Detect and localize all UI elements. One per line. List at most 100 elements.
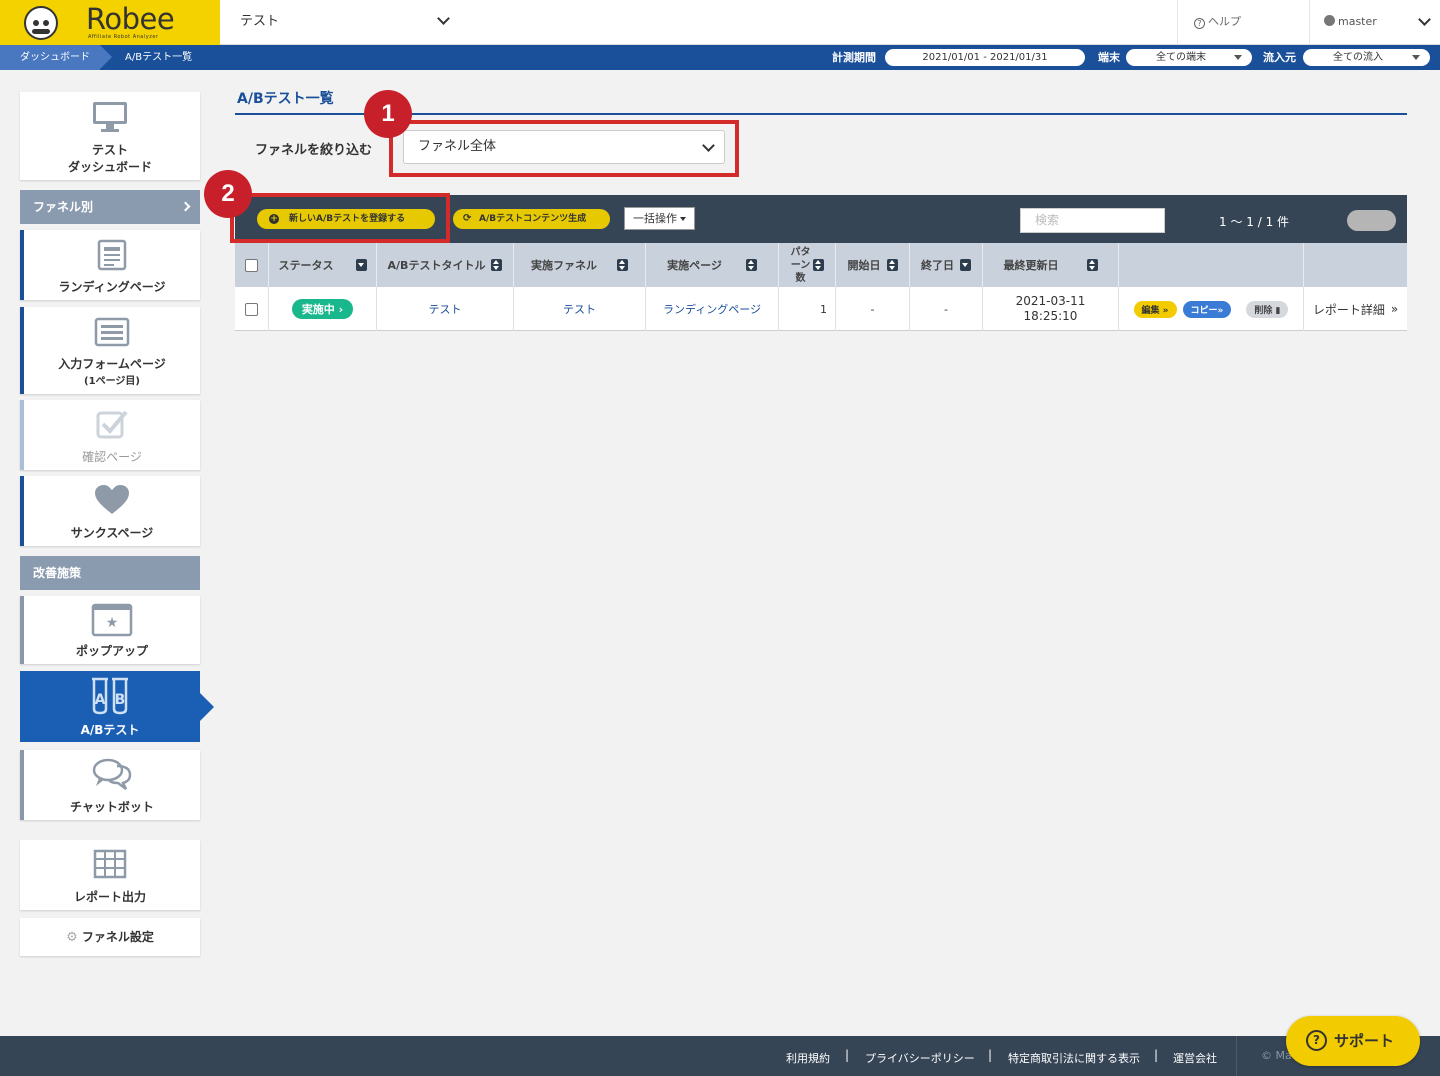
breadcrumb-dashboard[interactable]: ダッシュボード	[0, 45, 112, 70]
sidebar-label: 確認ページ	[82, 450, 142, 464]
sort-icon	[886, 259, 898, 271]
header-label: ステータス	[278, 259, 334, 272]
generate-content-label: A/Bテストコンテンツ生成	[479, 214, 587, 224]
sidebar-item-landing[interactable]: ランディングページ	[20, 230, 200, 300]
monitor-icon	[93, 102, 127, 132]
funnel-selector-value: テスト	[240, 14, 280, 29]
search-input[interactable]: 検索	[1020, 208, 1165, 233]
step-badge-2: 2	[204, 170, 252, 218]
robot-logo-icon	[24, 6, 58, 40]
chevron-right-icon	[180, 201, 191, 212]
sidebar-item-chatbot[interactable]: チャットボット	[20, 750, 200, 820]
header-start[interactable]: 開始日	[836, 243, 910, 287]
row-funnel[interactable]: テスト	[514, 287, 646, 331]
row-select[interactable]	[235, 287, 269, 331]
row-status: 実施中 ›	[269, 287, 377, 331]
svg-text:A: A	[95, 692, 106, 708]
logo[interactable]: Robee Affiliate Robot Analyzer	[0, 0, 220, 45]
trash-icon: ▮	[1275, 305, 1281, 316]
bulk-action-label: 一括操作	[633, 212, 677, 225]
header-label: 実施ファネル	[531, 259, 597, 272]
footer-link-terms[interactable]: 利用規約	[786, 1050, 830, 1066]
page-title: A/Bテスト一覧	[237, 91, 334, 107]
edit-label: 編集	[1141, 305, 1160, 316]
bulk-action-dropdown[interactable]: 一括操作	[624, 207, 695, 230]
header-page[interactable]: 実施ページ	[646, 243, 779, 287]
sidebar-label: サンクスページ	[70, 526, 154, 540]
sort-icon	[617, 259, 628, 271]
sidebar-item-input-form[interactable]: 入力フォームページ (1ページ目)	[20, 307, 200, 394]
header-select-all[interactable]	[235, 243, 269, 287]
select-all-checkbox[interactable]	[245, 258, 258, 272]
help-button[interactable]: ? ヘルプ	[1177, 0, 1309, 45]
report-detail-link[interactable]: レポート詳細 »	[1304, 287, 1407, 331]
sidebar-header-improve: 改善施策	[20, 556, 200, 590]
refresh-icon: ⟳	[463, 213, 472, 224]
row-page[interactable]: ランディングページ	[646, 287, 779, 331]
edit-button[interactable]: 編集 »	[1133, 300, 1177, 318]
sidebar-label: ダッシュボード	[67, 160, 152, 174]
sidebar-label: (1ページ目)	[84, 376, 140, 387]
row-end: -	[910, 287, 983, 331]
row-actions: 編集 » コピー» 削除 ▮	[1119, 287, 1304, 331]
row-checkbox[interactable]	[245, 302, 258, 316]
sidebar-label: チャットボット	[70, 800, 154, 814]
period-selector[interactable]: 2021/01/01 - 2021/01/31	[885, 49, 1085, 66]
generate-content-button[interactable]: ⟳ A/Bテストコンテンツ生成	[453, 209, 610, 229]
sidebar-item-dashboard[interactable]: テスト ダッシュボード	[20, 92, 200, 180]
breadcrumb-current: A/Bテスト一覧	[125, 52, 193, 63]
question-icon: ?	[1306, 1030, 1327, 1051]
header-label: 実施ページ	[667, 259, 722, 272]
highlight-box-2	[230, 193, 450, 243]
delete-button[interactable]: 削除 ▮	[1246, 300, 1289, 318]
chat-icon	[92, 758, 132, 790]
double-chevron-icon: »	[1390, 302, 1399, 316]
help-label: ヘルプ	[1208, 15, 1241, 28]
header-funnel[interactable]: 実施ファネル	[514, 243, 646, 287]
period-label: 計測期間	[832, 51, 876, 64]
copy-button[interactable]: コピー»	[1182, 300, 1232, 318]
row-patterns: 1	[779, 287, 836, 331]
device-selector[interactable]: 全ての端末	[1126, 49, 1252, 66]
sidebar-label: テスト	[91, 143, 128, 157]
sidebar-label: 入力フォームページ	[58, 357, 166, 371]
sidebar-label: レポート出力	[73, 890, 146, 904]
sort-icon	[745, 259, 757, 271]
sidebar-item-report[interactable]: レポート出力	[20, 840, 200, 910]
user-menu[interactable]: master	[1309, 0, 1440, 45]
sidebar-label: ファネル設定	[81, 930, 154, 944]
ab-test-icon: A B	[92, 677, 128, 715]
row-title[interactable]: テスト	[377, 287, 514, 331]
sidebar-item-abtest[interactable]: A B A/Bテスト	[20, 671, 214, 742]
user-name: master	[1338, 15, 1377, 28]
header-status[interactable]: ステータス	[269, 243, 377, 287]
sidebar-header-funnel[interactable]: ファネル別	[20, 190, 200, 224]
support-button[interactable]: ? サポート	[1286, 1016, 1420, 1066]
sidebar-item-thanks[interactable]: サンクスページ	[20, 476, 200, 546]
source-selector[interactable]: 全ての流入	[1303, 49, 1430, 66]
header-end[interactable]: 終了日	[910, 243, 983, 287]
footer-link-commerce[interactable]: 特定商取引法に関する表示	[1008, 1050, 1140, 1066]
user-icon	[1324, 15, 1335, 26]
status-badge[interactable]: 実施中 ›	[291, 299, 354, 319]
chevron-down-icon	[437, 12, 450, 25]
funnel-selector[interactable]: テスト	[220, 0, 460, 45]
footer-link-company[interactable]: 運営会社	[1173, 1050, 1217, 1066]
svg-text:B: B	[115, 692, 126, 708]
funnel-filter-label: ファネルを絞り込む	[255, 143, 373, 158]
footer: 利用規約 | プライバシーポリシー | 特定商取引法に関する表示 | 運営会社 …	[0, 1036, 1440, 1076]
header-updated[interactable]: 最終更新日	[983, 243, 1119, 287]
sidebar-item-funnel-settings[interactable]: ⚙ ファネル設定	[20, 918, 200, 956]
table-header: ステータス A/Bテストタイトル 実施ファネル 実施ページ パタ ーン数 開始日 …	[235, 243, 1407, 287]
header-report	[1304, 243, 1407, 287]
view-toggle[interactable]	[1347, 210, 1396, 231]
row-updated: 2021-03-11 18:25:10	[983, 287, 1119, 331]
header-title[interactable]: A/Bテストタイトル	[377, 243, 514, 287]
sidebar-item-confirm[interactable]: 確認ページ	[20, 400, 200, 470]
filter-bar: ダッシュボード A/Bテスト一覧 計測期間 2021/01/01 - 2021/…	[0, 45, 1440, 70]
header-patterns[interactable]: パタ ーン数	[779, 243, 836, 287]
highlight-box-1	[389, 120, 739, 177]
footer-link-privacy[interactable]: プライバシーポリシー	[865, 1050, 975, 1066]
delete-label: 削除	[1254, 305, 1273, 316]
sidebar-item-popup[interactable]: ★ ポップアップ	[20, 596, 200, 664]
